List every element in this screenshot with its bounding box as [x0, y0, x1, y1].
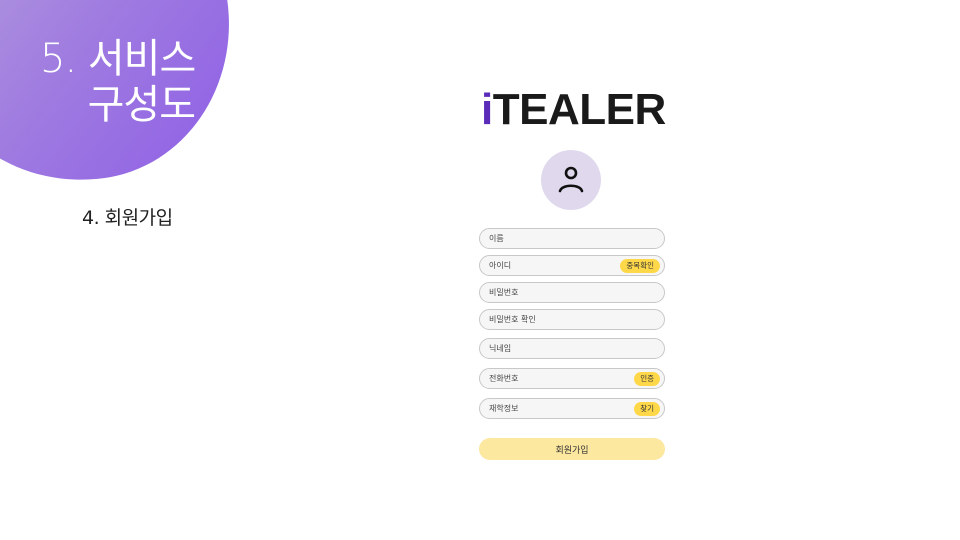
phone-field[interactable]: 전화번호 인증	[479, 368, 665, 389]
school-info-field[interactable]: 재학정보 찾기	[479, 398, 665, 419]
user-icon	[558, 166, 584, 193]
check-duplicate-button[interactable]: 중복확인	[620, 258, 660, 273]
section-title-line1: 5. 서비스	[40, 36, 196, 82]
name-field-placeholder: 이름	[489, 234, 504, 243]
phone-field-placeholder: 전화번호	[489, 374, 519, 383]
verify-button[interactable]: 인증	[634, 371, 660, 386]
section-title: 5. 서비스 구성도	[40, 36, 196, 128]
subsection-title: 4. 회원가입	[82, 207, 173, 229]
logo-text: TEALER	[492, 85, 667, 134]
school-info-field-placeholder: 재학정보	[489, 404, 519, 413]
profile-avatar[interactable]	[541, 150, 601, 210]
nickname-field[interactable]: 닉네임	[479, 338, 665, 359]
nickname-field-placeholder: 닉네임	[489, 344, 512, 353]
id-field-placeholder: 아이디	[489, 261, 512, 270]
app-logo: i TEALER	[481, 85, 666, 135]
signup-button[interactable]: 회원가입	[479, 438, 665, 460]
name-field[interactable]: 이름	[479, 228, 665, 249]
password-confirm-field-placeholder: 비밀번호 확인	[489, 315, 536, 324]
id-field[interactable]: 아이디 중복확인	[479, 255, 665, 276]
password-field[interactable]: 비밀번호	[479, 282, 665, 303]
logo-accent-letter: i	[481, 85, 493, 134]
password-field-placeholder: 비밀번호	[489, 288, 519, 297]
find-school-button[interactable]: 찾기	[634, 401, 660, 416]
section-title-line2: 구성도	[87, 82, 196, 128]
password-confirm-field[interactable]: 비밀번호 확인	[479, 309, 665, 330]
